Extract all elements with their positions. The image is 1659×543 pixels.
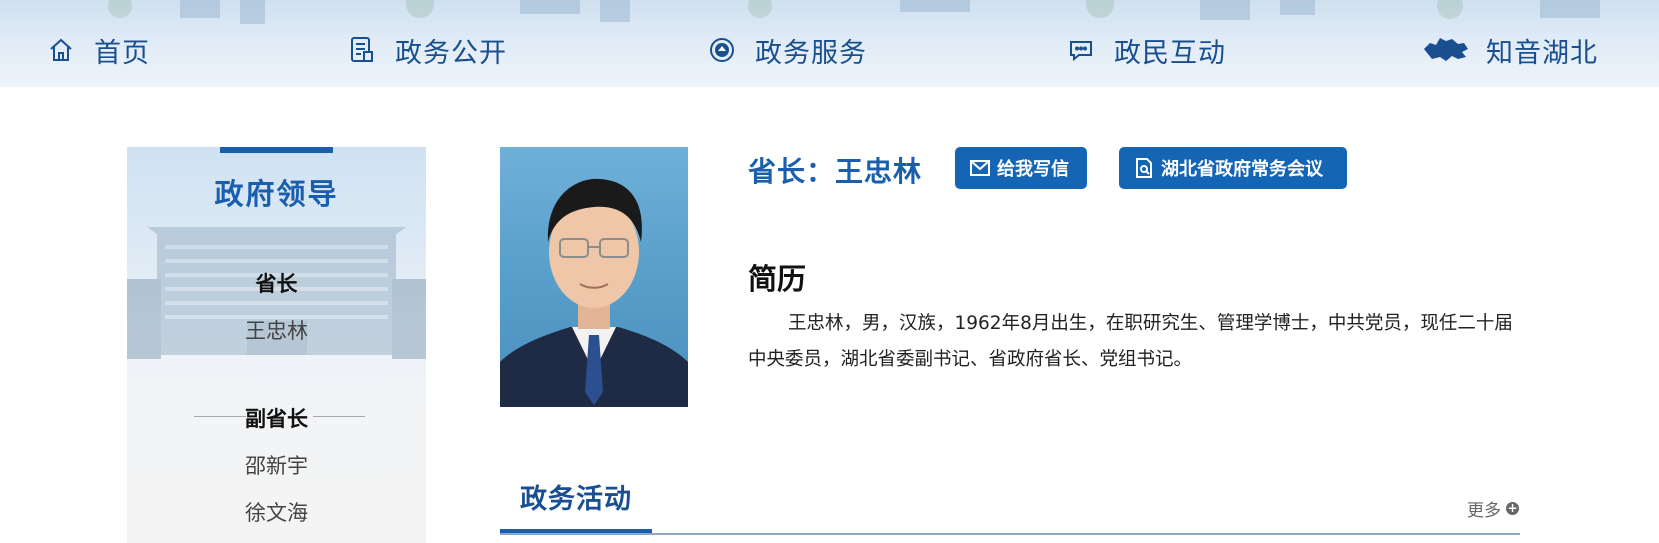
tab-government-activities[interactable]: 政务活动 bbox=[520, 477, 632, 516]
sidebar-title: 政府领导 bbox=[214, 177, 339, 211]
divider-right bbox=[313, 416, 365, 417]
nav-open-government[interactable]: 政务公开 bbox=[347, 28, 507, 72]
chat-bubble-icon bbox=[1066, 35, 1096, 65]
biography-text: 王忠林，男，汉族，1962年8月出生，在职研究生、管理学博士，中共党员，现任二十… bbox=[748, 313, 1513, 370]
write-letter-label: 给我写信 bbox=[997, 159, 1069, 180]
hubei-map-icon bbox=[1422, 35, 1470, 65]
vice-governor-name-link[interactable]: 邵新宇 bbox=[127, 450, 426, 480]
biography-heading: 简历 bbox=[748, 262, 807, 296]
vice-governor-name-link[interactable]: 徐文海 bbox=[127, 497, 426, 527]
page-title: 省长：王忠林 bbox=[748, 155, 923, 188]
activities-divider bbox=[500, 533, 1520, 535]
sidebar-accent-bar bbox=[220, 147, 333, 153]
executive-meeting-label: 湖北省政府常务会议 bbox=[1161, 159, 1323, 180]
executive-meeting-button[interactable]: 湖北省政府常务会议 bbox=[1119, 147, 1347, 189]
active-tab-underline bbox=[500, 529, 652, 533]
nav-government-services[interactable]: 政务服务 bbox=[707, 28, 867, 72]
top-navigation: 首页 政务公开 政务服务 政民互动 知音湖北 bbox=[0, 0, 1659, 87]
service-emblem-icon bbox=[707, 35, 737, 65]
leaders-sidebar: 政府领导 省长 王忠林 副省长 邵新宇 徐文海 bbox=[127, 147, 426, 543]
more-label: 更多 bbox=[1467, 501, 1501, 521]
nav-home[interactable]: 首页 bbox=[46, 28, 150, 72]
nav-open-government-label: 政务公开 bbox=[395, 37, 507, 69]
home-icon bbox=[46, 35, 76, 65]
nav-interaction-label: 政民互动 bbox=[1114, 37, 1226, 69]
governor-name-link[interactable]: 王忠林 bbox=[127, 315, 426, 345]
nav-interaction[interactable]: 政民互动 bbox=[1066, 28, 1226, 72]
nav-government-services-label: 政务服务 bbox=[755, 37, 867, 69]
document-list-icon bbox=[347, 35, 377, 65]
envelope-icon bbox=[969, 157, 991, 179]
nav-zhiyin-hubei-label: 知音湖北 bbox=[1486, 37, 1598, 69]
governor-portrait bbox=[500, 147, 688, 407]
write-letter-button[interactable]: 给我写信 bbox=[955, 147, 1087, 189]
plus-circle-icon: + bbox=[1506, 501, 1519, 515]
nav-zhiyin-hubei[interactable]: 知音湖北 bbox=[1422, 28, 1598, 72]
nav-home-label: 首页 bbox=[94, 37, 150, 69]
vice-governor-label: 副省长 bbox=[245, 407, 308, 431]
more-link[interactable]: 更多 + bbox=[1467, 496, 1519, 521]
governor-label: 省长 bbox=[255, 272, 298, 296]
document-search-icon bbox=[1133, 157, 1155, 179]
